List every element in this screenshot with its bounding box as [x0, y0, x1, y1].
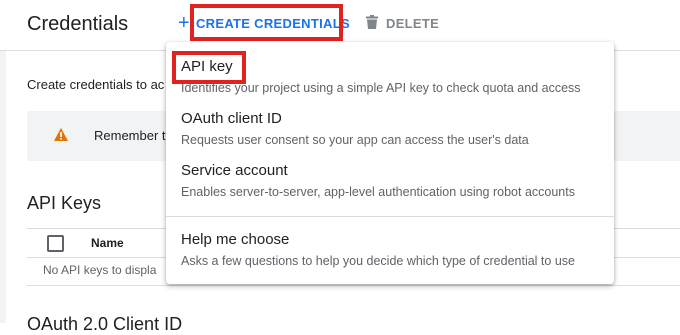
trash-icon [366, 14, 378, 32]
delete-label: DELETE [386, 15, 440, 31]
menu-item-title: Service account [181, 162, 288, 179]
menu-item-title: OAuth client ID [181, 110, 282, 127]
menu-item-help-me-choose[interactable]: Help me choose Asks a few questions to h… [166, 223, 614, 275]
api-key-highlight [172, 51, 246, 84]
select-all-checkbox[interactable] [47, 235, 64, 252]
empty-table-message: No API keys to displa [43, 263, 157, 277]
page-title: Credentials [27, 13, 129, 35]
oauth-section-title: OAuth 2.0 Client ID [27, 314, 183, 334]
menu-divider [166, 216, 614, 217]
column-header-name[interactable]: Name [91, 236, 124, 250]
create-credentials-highlight [190, 4, 343, 41]
menu-item-description: Asks a few questions to help you decide … [181, 254, 575, 268]
menu-item-service-account[interactable]: Service account Enables server-to-server… [166, 154, 614, 206]
warning-icon [54, 128, 68, 146]
menu-item-description: Enables server-to-server, app-level auth… [181, 185, 575, 199]
delete-button[interactable]: DELETE [366, 8, 439, 38]
menu-item-oauth-client-id[interactable]: OAuth client ID Requests user consent so… [166, 102, 614, 154]
section-divider [27, 285, 680, 286]
plus-icon: + [178, 12, 190, 34]
notice-text: Remember t [94, 128, 166, 143]
api-keys-title: API Keys [27, 193, 102, 213]
intro-text: Create credentials to ac [27, 77, 165, 92]
menu-item-description: Requests user consent so your app can ac… [181, 133, 529, 147]
menu-item-title: Help me choose [181, 231, 290, 248]
